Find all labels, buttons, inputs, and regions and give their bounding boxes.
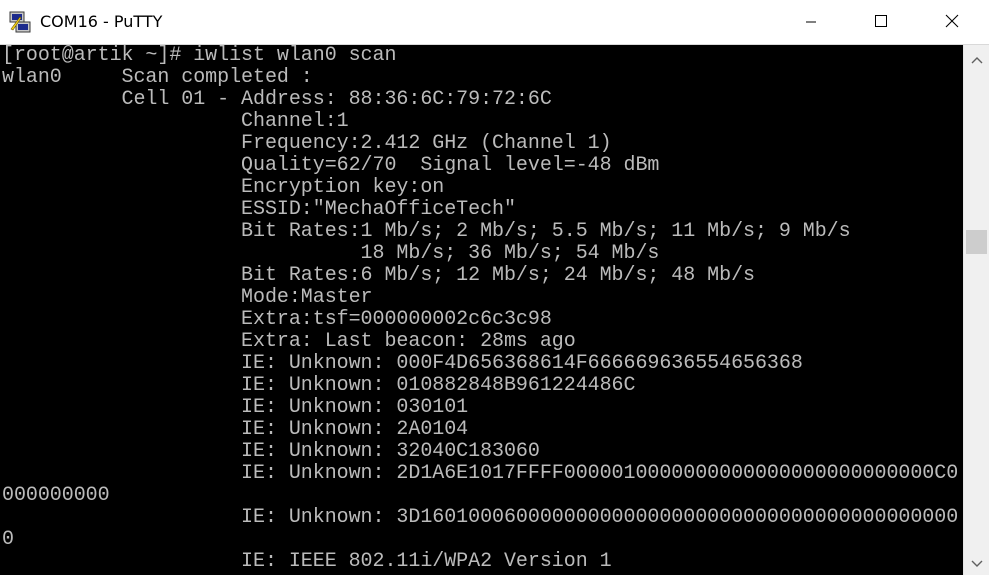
window-title: COM16 - PuTTY (40, 12, 163, 31)
terminal-line: IE: Unknown: 32040C183060 (2, 440, 540, 463)
minimize-button[interactable] (776, 0, 846, 44)
terminal-line: wlan0 Scan completed : (2, 66, 313, 89)
close-icon (945, 13, 959, 32)
terminal-line: Bit Rates:1 Mb/s; 2 Mb/s; 5.5 Mb/s; 11 M… (2, 220, 851, 243)
terminal-line: IE: Unknown: 3D1601000600000000000000000… (2, 506, 959, 529)
terminal-area[interactable]: [root@artik ~]# iwlist wlan0 scan wlan0 S… (0, 45, 963, 575)
title-bar[interactable]: COM16 - PuTTY (0, 0, 989, 45)
vertical-scrollbar[interactable] (963, 45, 989, 575)
terminal-line: 18 Mb/s; 36 Mb/s; 54 Mb/s (2, 242, 660, 265)
scroll-down-button[interactable] (964, 549, 989, 575)
maximize-button[interactable] (846, 0, 916, 44)
terminal-line: ESSID:"MechaOfficeTech" (2, 198, 516, 221)
terminal-output: [root@artik ~]# iwlist wlan0 scan wlan0 S… (2, 45, 958, 573)
terminal-line: Bit Rates:6 Mb/s; 12 Mb/s; 24 Mb/s; 48 M… (2, 264, 755, 287)
minimize-icon (805, 13, 817, 32)
terminal-line: IE: IEEE 802.11i/WPA2 Version 1 (2, 550, 612, 573)
maximize-icon (874, 13, 888, 32)
scroll-down-arrow-icon (971, 553, 983, 572)
terminal-line: 000000000 (2, 484, 110, 507)
terminal-line: Extra: Last beacon: 28ms ago (2, 330, 576, 353)
terminal-line: Mode:Master (2, 286, 373, 309)
scroll-thumb[interactable] (966, 229, 987, 254)
putty-icon[interactable] (8, 11, 32, 33)
terminal-line: [root@artik ~]# iwlist wlan0 scan (2, 45, 397, 67)
terminal-line: IE: Unknown: 000F4D656368614F66666963655… (2, 352, 803, 375)
terminal-line: Encryption key:on (2, 176, 445, 199)
scroll-up-arrow-icon (971, 49, 983, 68)
putty-window: COM16 - PuTTY [root@artik ~]# iwlist wla… (0, 0, 989, 575)
terminal-line: IE: Unknown: 030101 (2, 396, 469, 419)
terminal-line: Extra:tsf=000000002c6c3c98 (2, 308, 552, 331)
scroll-up-button[interactable] (964, 45, 989, 71)
terminal-line: IE: Unknown: 010882848B961224486C (2, 374, 636, 397)
terminal-line: 0 (2, 528, 14, 551)
terminal-line: IE: Unknown: 2A0104 (2, 418, 469, 441)
terminal-line: Channel:1 (2, 110, 349, 133)
terminal-line: Cell 01 - Address: 88:36:6C:79:72:6C (2, 88, 552, 111)
terminal-line: Frequency:2.412 GHz (Channel 1) (2, 132, 612, 155)
terminal-line: Quality=62/70 Signal level=-48 dBm (2, 154, 660, 177)
terminal-line: IE: Unknown: 2D1A6E1017FFFF0000010000000… (2, 462, 959, 485)
close-button[interactable] (917, 0, 987, 44)
